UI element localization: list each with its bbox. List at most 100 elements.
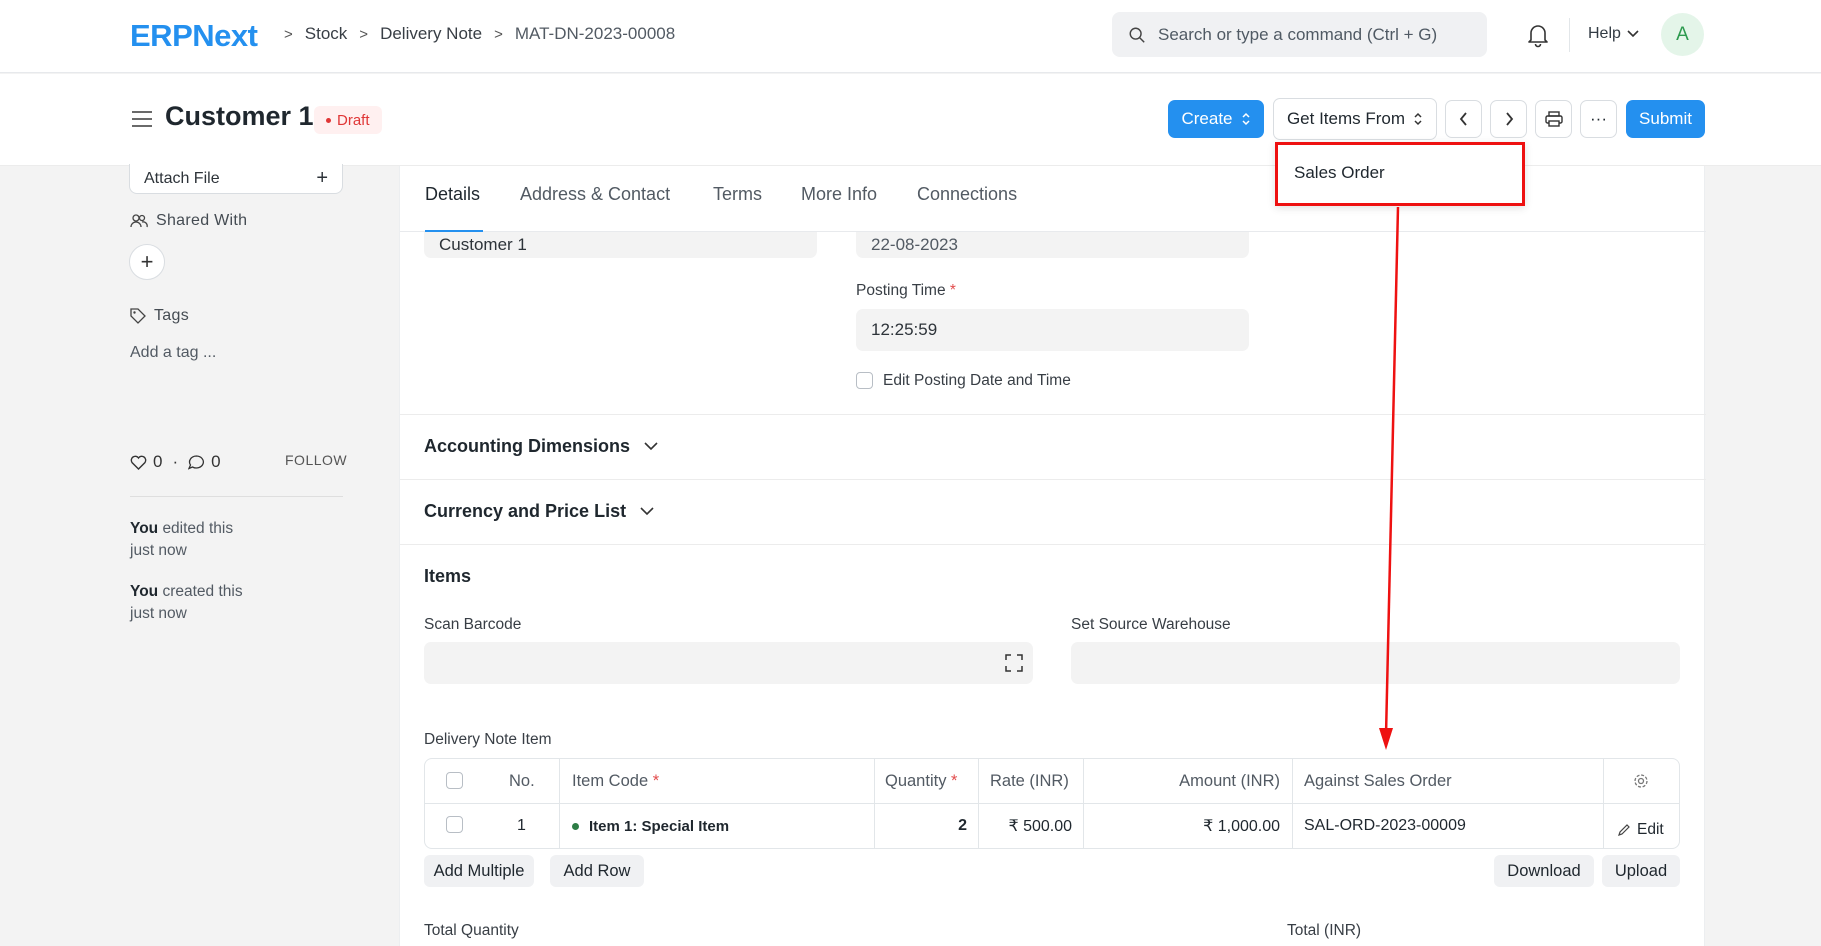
- customer-field[interactable]: Customer 1: [424, 232, 817, 258]
- more-actions-button[interactable]: ···: [1580, 100, 1617, 138]
- avatar[interactable]: A: [1661, 13, 1704, 56]
- status-badge: Draft: [314, 106, 382, 134]
- chevron-updown-icon: [1241, 112, 1250, 126]
- tab-more-info[interactable]: More Info: [801, 184, 877, 205]
- activity-user: You: [130, 583, 159, 600]
- row-checkbox[interactable]: [446, 816, 463, 833]
- add-row-button[interactable]: Add Row: [550, 855, 644, 887]
- chevron-right-icon: >: [359, 25, 369, 43]
- submit-button[interactable]: Submit: [1626, 100, 1705, 138]
- section-currency-price-list[interactable]: Currency and Price List: [424, 501, 654, 522]
- row-edit-button[interactable]: Edit: [1617, 807, 1664, 853]
- row-item-code-text: Item 1: Special Item: [589, 817, 730, 835]
- activity-time: just now: [130, 605, 187, 622]
- navbar: ERPNext > Stock > Delivery Note > MAT-DN…: [0, 0, 1821, 73]
- help-label: Help: [1588, 25, 1621, 42]
- row-item-code[interactable]: Item 1: Special Item: [572, 803, 729, 849]
- scan-barcode-label: Scan Barcode: [424, 616, 522, 633]
- erpnext-logo[interactable]: ERPNext: [130, 18, 258, 54]
- chevron-right-icon: >: [284, 25, 293, 43]
- search-icon: [1129, 27, 1145, 43]
- follow-button[interactable]: FOLLOW: [285, 452, 347, 468]
- tab-address-contact[interactable]: Address & Contact: [520, 184, 670, 205]
- posting-date-field[interactable]: 22-08-2023: [856, 232, 1249, 258]
- edit-posting-checkbox[interactable]: [856, 372, 873, 389]
- attach-file-label: Attach File: [144, 169, 220, 187]
- activity-item: You created this just now: [130, 581, 280, 625]
- bell-icon[interactable]: [1526, 22, 1550, 48]
- tags-label: Tags: [130, 307, 189, 325]
- comment-icon[interactable]: [188, 454, 205, 470]
- activity-action: edited this: [162, 520, 234, 537]
- upload-button[interactable]: Upload: [1602, 855, 1680, 887]
- breadcrumb-stock[interactable]: Stock: [305, 24, 348, 44]
- posting-time-label-text: Posting Time: [856, 282, 946, 299]
- row-rate[interactable]: ₹ 500.00: [979, 803, 1072, 849]
- menu-item-sales-order[interactable]: Sales Order: [1294, 163, 1385, 183]
- breadcrumb-delivery-note[interactable]: Delivery Note: [380, 24, 482, 44]
- chevron-right-icon: [1505, 112, 1513, 126]
- plus-icon: +: [316, 167, 328, 189]
- create-button[interactable]: Create: [1168, 100, 1264, 138]
- posting-time-label: Posting Time *: [856, 282, 956, 300]
- activity-item: You edited this just now: [130, 518, 280, 562]
- plus-icon: +: [140, 249, 154, 274]
- chevron-updown-icon: [1414, 112, 1422, 126]
- get-items-from-button[interactable]: Get Items From: [1273, 98, 1437, 140]
- gear-icon[interactable]: [1633, 773, 1649, 789]
- scan-icon[interactable]: [1005, 654, 1023, 672]
- add-tag-link[interactable]: Add a tag ...: [130, 344, 216, 362]
- print-button[interactable]: [1535, 100, 1572, 138]
- next-button[interactable]: [1490, 100, 1527, 138]
- tag-icon: [130, 308, 146, 324]
- status-dot: [572, 822, 579, 830]
- items-table: No. Item Code * Quantity * Rate (INR) Am…: [424, 758, 1680, 849]
- likes-comments: 0 · 0: [130, 452, 221, 472]
- divider: [130, 496, 343, 497]
- download-button[interactable]: Download: [1494, 855, 1594, 887]
- activity-action: created this: [162, 583, 243, 600]
- menu-icon[interactable]: [131, 110, 153, 128]
- active-tab-indicator: [425, 230, 483, 232]
- status-dot: [326, 117, 331, 123]
- row-no: 1: [517, 817, 526, 834]
- add-multiple-button[interactable]: Add Multiple: [424, 855, 534, 887]
- tab-details[interactable]: Details: [425, 184, 480, 205]
- get-items-dropdown-menu: Sales Order: [1275, 142, 1525, 206]
- pencil-icon: [1618, 824, 1630, 836]
- column-amount: Amount (INR): [1179, 771, 1280, 790]
- edit-posting-label: Edit Posting Date and Time: [883, 372, 1071, 389]
- required-marker: *: [652, 771, 660, 790]
- likes-count: 0: [153, 452, 163, 471]
- scan-barcode-input[interactable]: [424, 642, 1033, 684]
- section-accounting-dimensions[interactable]: Accounting Dimensions: [424, 436, 658, 457]
- chevron-down-icon: [1627, 30, 1639, 38]
- status-label: Draft: [337, 111, 370, 129]
- total-quantity-label: Total Quantity: [424, 922, 519, 939]
- help-dropdown[interactable]: Help: [1588, 25, 1639, 43]
- table-label: Delivery Note Item: [424, 731, 552, 748]
- attach-file-button[interactable]: Attach File +: [129, 164, 343, 194]
- dot-separator: ·: [172, 452, 179, 471]
- edit-label: Edit: [1637, 821, 1664, 838]
- previous-button[interactable]: [1445, 100, 1482, 138]
- row-quantity[interactable]: 2: [875, 803, 967, 849]
- tab-connections[interactable]: Connections: [917, 184, 1017, 205]
- source-warehouse-input[interactable]: [1071, 642, 1680, 684]
- column-quantity: Quantity *: [885, 759, 957, 803]
- chevron-down-icon: [644, 442, 658, 451]
- shared-with-text: Shared With: [156, 212, 248, 229]
- heart-icon[interactable]: [130, 455, 147, 470]
- comments-count: 0: [211, 452, 221, 471]
- tab-terms[interactable]: Terms: [713, 184, 762, 205]
- required-marker: *: [949, 282, 956, 299]
- posting-time-field[interactable]: 12:25:59: [856, 309, 1249, 351]
- search-input[interactable]: Search or type a command (Ctrl + G): [1112, 12, 1487, 57]
- select-all-checkbox[interactable]: [446, 772, 463, 789]
- users-icon: [130, 214, 148, 228]
- breadcrumb-document[interactable]: MAT-DN-2023-00008: [515, 24, 675, 44]
- row-against-sales-order[interactable]: SAL-ORD-2023-00009: [1304, 803, 1466, 849]
- add-share-button[interactable]: +: [129, 244, 165, 280]
- chevron-right-icon: >: [494, 25, 503, 43]
- chevron-down-icon: [640, 507, 654, 516]
